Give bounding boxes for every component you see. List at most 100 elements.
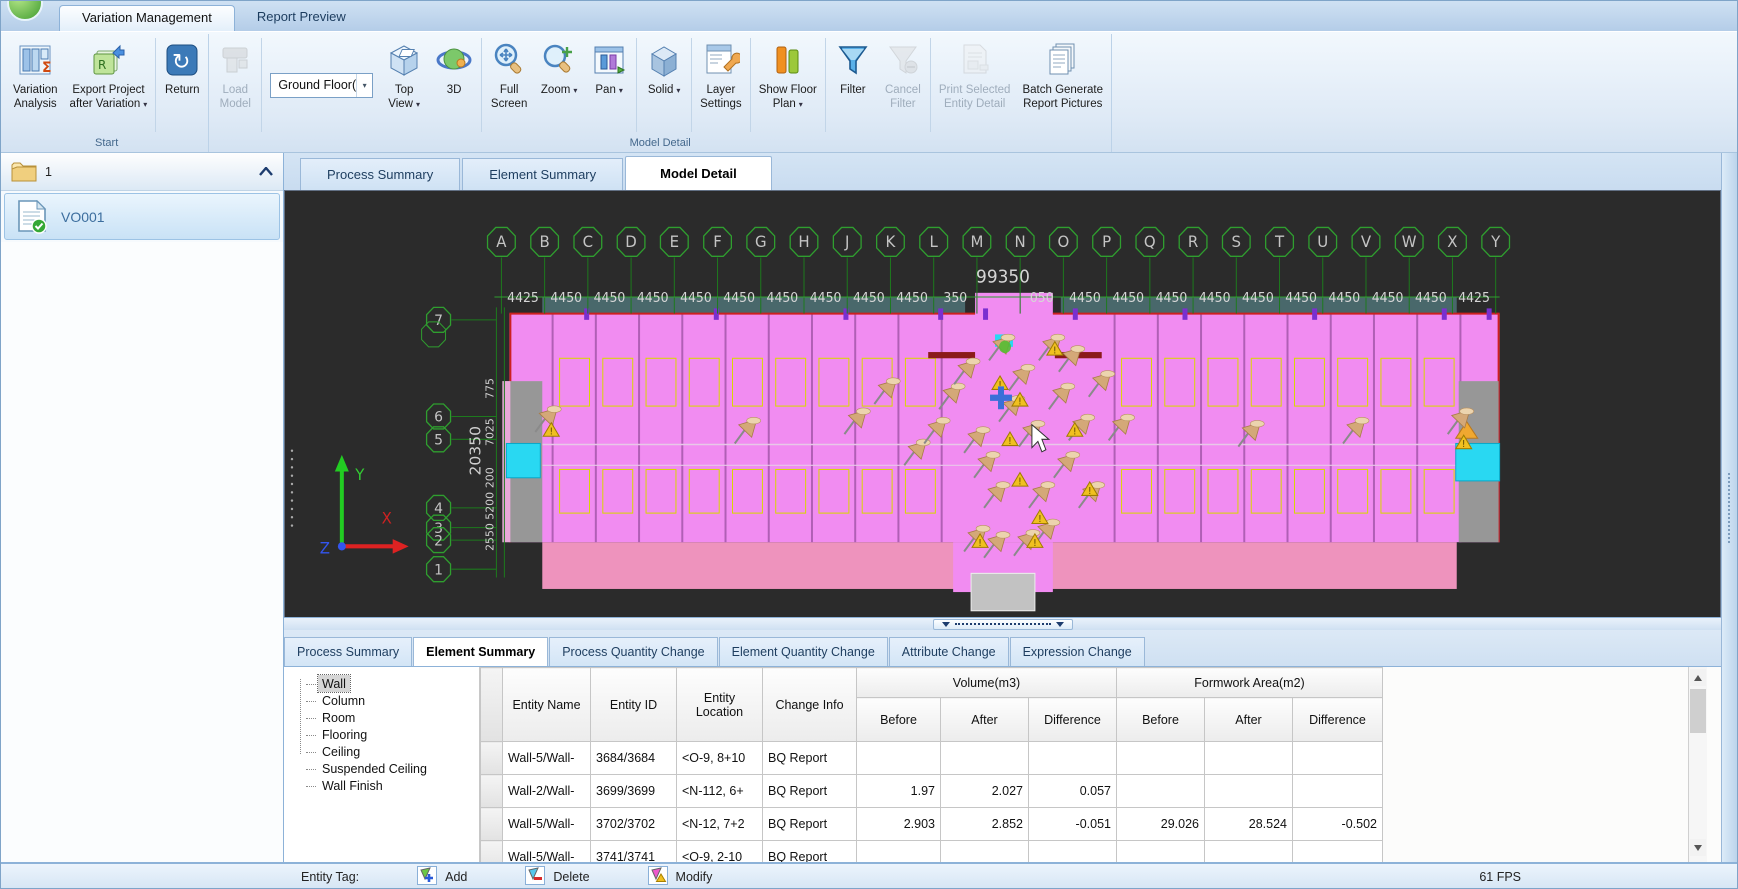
view-3d-button[interactable]: 3D	[429, 34, 479, 136]
scrollbar-thumb[interactable]	[1690, 689, 1706, 733]
layer-settings-button[interactable]: LayerSettings	[694, 34, 748, 136]
export-project-icon: R	[89, 37, 127, 83]
scroll-up-icon[interactable]	[1690, 669, 1706, 686]
solid-icon	[645, 37, 683, 83]
summary-tab-process-quantity-change[interactable]: Process Quantity Change	[549, 637, 717, 666]
button-label: Export Projectafter Variation▾	[70, 83, 148, 112]
svg-text:H: H	[798, 233, 809, 251]
sub-header-difference[interactable]: Difference	[1029, 698, 1117, 742]
sub-header-after[interactable]: After	[1205, 698, 1293, 742]
variation-analysis-button[interactable]: ΣVariationAnalysis	[7, 34, 64, 136]
table-cell	[1293, 841, 1383, 863]
svg-text:Y: Y	[1490, 233, 1501, 251]
row-selector[interactable]	[481, 808, 503, 841]
modify-tag-icon	[648, 866, 668, 888]
filter-icon	[834, 37, 872, 83]
sub-header-before[interactable]: Before	[857, 698, 941, 742]
view-tab-model-detail[interactable]: Model Detail	[625, 156, 772, 190]
zoom-button[interactable]: Zoom▾	[534, 34, 584, 136]
doc-tab-report-preview[interactable]: Report Preview	[235, 5, 368, 31]
floor-combo-value: Ground Floor(	[278, 78, 356, 92]
table-cell: 3741/3741	[591, 841, 677, 863]
table-cell: Wall-2/Wall-	[503, 775, 591, 808]
doc-tab-variation-management[interactable]: Variation Management	[59, 5, 235, 31]
full-screen-button[interactable]: FullScreen	[484, 34, 534, 136]
scroll-down-icon[interactable]	[1690, 839, 1706, 856]
load-model-button: LoadModel	[211, 34, 259, 136]
row-selector[interactable]	[481, 742, 503, 775]
svg-text:4450: 4450	[1156, 290, 1188, 305]
svg-text:L: L	[930, 233, 939, 251]
table-row[interactable]: Wall-5/Wall-3702/3702<N-12, 7+2BQ Report…	[481, 808, 1383, 841]
variation-item-vo001[interactable]: VO001	[4, 193, 280, 240]
entity-tag-modify[interactable]: Modify	[648, 866, 713, 888]
summary-tab-attribute-change[interactable]: Attribute Change	[889, 637, 1009, 666]
entity-tag-delete[interactable]: Delete	[525, 866, 589, 888]
entity-tag-add[interactable]: Add	[417, 866, 467, 888]
svg-text:↻: ↻	[172, 50, 190, 75]
combo-dropdown-icon[interactable]: ▾	[356, 74, 372, 97]
svg-text:4450: 4450	[1199, 290, 1231, 305]
summary-tab-element-summary[interactable]: Element Summary	[413, 637, 548, 666]
table-cell: <O-9, 8+10	[677, 742, 763, 775]
model-viewport[interactable]: ABCDEFGHJKLMNOPQRSTUVWXY4425445044504450…	[284, 190, 1721, 617]
column-header-entity-name[interactable]: Entity Name	[503, 668, 591, 742]
return-button[interactable]: ↻Return	[158, 34, 206, 136]
tree-item-ceiling[interactable]: Ceiling	[318, 743, 364, 760]
splitter-grip[interactable]	[933, 619, 1073, 630]
column-header-entity-location[interactable]: Entity Location	[677, 668, 763, 742]
floor-combo[interactable]: Ground Floor(▾	[270, 73, 373, 98]
svg-text:4450: 4450	[680, 290, 712, 305]
view-tab-element-summary[interactable]: Element Summary	[462, 158, 623, 190]
row-selector[interactable]	[481, 775, 503, 808]
summary-tab-element-quantity-change[interactable]: Element Quantity Change	[719, 637, 888, 666]
tree-item-wall-finish[interactable]: Wall Finish	[318, 777, 387, 794]
table-cell: 0.057	[1029, 775, 1117, 808]
show-floor-plan-button[interactable]: Show FloorPlan▾	[753, 34, 823, 136]
tree-item-column[interactable]: Column	[318, 692, 369, 709]
folder-group-header[interactable]: 1	[1, 153, 283, 191]
entity-tag-label: Entity Tag:	[301, 870, 359, 884]
ribbon-separator	[481, 38, 482, 132]
svg-text:Σ: Σ	[42, 60, 52, 76]
solid-button[interactable]: Solid▾	[639, 34, 689, 136]
pan-button[interactable]: Pan▾	[584, 34, 634, 136]
summary-tab-process-summary[interactable]: Process Summary	[284, 637, 412, 666]
app-menu-orb-icon[interactable]	[7, 0, 43, 21]
export-project-after-variation-button[interactable]: RExport Projectafter Variation▾	[64, 34, 154, 136]
view-tab-process-summary[interactable]: Process Summary	[300, 158, 460, 190]
summary-tab-expression-change[interactable]: Expression Change	[1010, 637, 1145, 666]
tree-item-room[interactable]: Room	[318, 709, 359, 726]
column-header-change-info[interactable]: Change Info	[763, 668, 857, 742]
sub-header-after[interactable]: After	[941, 698, 1029, 742]
pan-icon	[590, 37, 628, 83]
svg-text:20350: 20350	[467, 426, 485, 476]
svg-text:P: P	[1102, 233, 1111, 251]
table-cell: Wall-5/Wall-	[503, 808, 591, 841]
column-header-entity-id[interactable]: Entity ID	[591, 668, 677, 742]
right-splitter-strip[interactable]	[1721, 153, 1737, 862]
table-row[interactable]: Wall-5/Wall-3741/3741<O-9, 2-10BQ Report	[481, 841, 1383, 863]
document-tabs: Variation ManagementReport Preview	[59, 5, 368, 31]
collapse-chevron-icon[interactable]	[259, 167, 273, 176]
tree-item-suspended-ceiling[interactable]: Suspended Ceiling	[318, 760, 431, 777]
sub-header-before[interactable]: Before	[1117, 698, 1205, 742]
svg-text:!: !	[1088, 486, 1092, 497]
batch-generate-report-pictures-button[interactable]: Batch GenerateReport Pictures	[1016, 34, 1109, 136]
svg-text:G: G	[755, 233, 767, 251]
sub-header-difference[interactable]: Difference	[1293, 698, 1383, 742]
tree-item-wall[interactable]: Wall	[318, 675, 350, 692]
row-selector-header	[481, 668, 503, 742]
full-screen-icon	[490, 37, 528, 83]
filter-button[interactable]: Filter	[828, 34, 878, 136]
top-view-button[interactable]: TopView▾	[379, 34, 429, 136]
tree-item-flooring[interactable]: Flooring	[318, 726, 371, 743]
horizontal-splitter[interactable]	[284, 617, 1721, 630]
table-row[interactable]: Wall-2/Wall-3699/3699<N-112, 6+BQ Report…	[481, 775, 1383, 808]
button-label: Batch GenerateReport Pictures	[1022, 83, 1103, 111]
table-row[interactable]: Wall-5/Wall-3684/3684<O-9, 8+10BQ Report	[481, 742, 1383, 775]
table-vertical-scrollbar[interactable]	[1688, 667, 1707, 862]
svg-text:!: !	[1073, 426, 1077, 437]
row-selector[interactable]	[481, 841, 503, 863]
folder-group-label: 1	[45, 165, 259, 179]
